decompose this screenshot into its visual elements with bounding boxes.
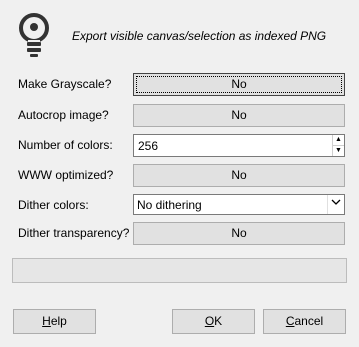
dither-transparency-label: Dither transparency? bbox=[18, 226, 130, 240]
num-colors-value[interactable]: 256 bbox=[138, 139, 158, 153]
progress-bar bbox=[12, 258, 347, 283]
chevron-down-icon[interactable] bbox=[327, 195, 344, 214]
dither-select[interactable]: No dithering bbox=[133, 194, 345, 215]
dialog-title: Export visible canvas/selection as index… bbox=[72, 29, 327, 43]
cancel-button[interactable]: Cancel bbox=[263, 309, 346, 334]
ok-mnemonic: O bbox=[204, 314, 215, 328]
num-colors-spinbox[interactable]: 256 ▲ ▼ bbox=[133, 134, 345, 157]
ok-button[interactable]: OK bbox=[172, 309, 255, 334]
lightbulb-icon bbox=[19, 13, 49, 57]
grayscale-label: Make Grayscale? bbox=[18, 77, 112, 91]
spin-arrows: ▲ ▼ bbox=[332, 135, 344, 156]
row-autocrop: Autocrop image? No bbox=[18, 104, 348, 128]
ok-label: K bbox=[214, 314, 223, 328]
row-dither: Dither colors: No dithering bbox=[18, 194, 348, 218]
row-num-colors: Number of colors: 256 ▲ ▼ bbox=[18, 134, 348, 158]
autocrop-toggle-button[interactable]: No bbox=[133, 104, 345, 127]
row-dither-transparency: Dither transparency? No bbox=[18, 222, 348, 246]
www-label: WWW optimized? bbox=[18, 168, 114, 182]
help-label: elp bbox=[50, 314, 67, 328]
cancel-label: ancel bbox=[294, 314, 324, 328]
dialog-header: Export visible canvas/selection as index… bbox=[16, 12, 351, 58]
help-mnemonic: H bbox=[42, 314, 51, 328]
row-grayscale: Make Grayscale? No bbox=[18, 73, 348, 97]
autocrop-label: Autocrop image? bbox=[18, 108, 109, 122]
spin-up-icon[interactable]: ▲ bbox=[333, 135, 344, 145]
dither-value: No dithering bbox=[137, 198, 202, 212]
www-toggle-button[interactable]: No bbox=[133, 164, 345, 187]
dither-label: Dither colors: bbox=[18, 198, 89, 212]
spin-down-icon[interactable]: ▼ bbox=[333, 145, 344, 155]
dither-transparency-toggle-button[interactable]: No bbox=[133, 222, 345, 245]
help-button[interactable]: Help bbox=[13, 309, 96, 334]
row-www: WWW optimized? No bbox=[18, 164, 348, 188]
grayscale-toggle-button[interactable]: No bbox=[133, 73, 345, 96]
num-colors-label: Number of colors: bbox=[18, 138, 113, 152]
